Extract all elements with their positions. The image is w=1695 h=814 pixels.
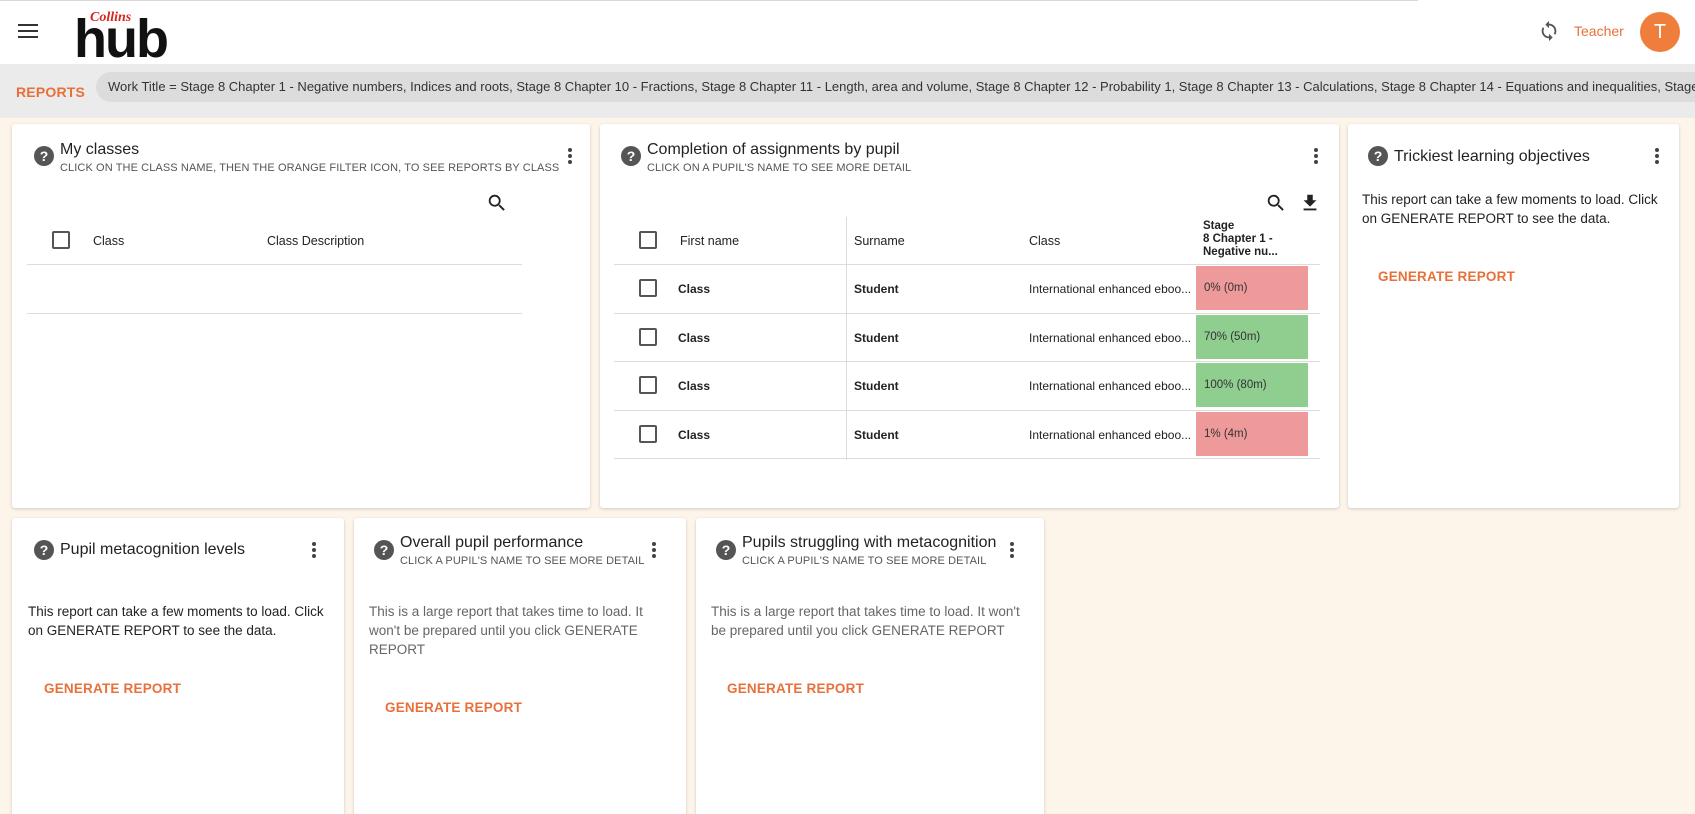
- collins-hub-logo[interactable]: hub Collins: [74, 6, 174, 66]
- column-header-stage[interactable]: Stage 8 Chapter 1 - Negative nu...: [1203, 220, 1278, 259]
- pupil-surname[interactable]: Student: [854, 379, 899, 393]
- stage-header-line: Stage: [1203, 220, 1235, 232]
- reports-label[interactable]: REPORTS: [16, 84, 85, 100]
- pupil-first-name[interactable]: Class: [678, 282, 710, 296]
- card-subtitle: CLICK ON A PUPIL'S NAME TO SEE MORE DETA…: [647, 162, 912, 174]
- generate-report-button[interactable]: GENERATE REPORT: [1378, 269, 1515, 284]
- note-line: This report can take a few moments to lo…: [28, 604, 324, 619]
- select-all-checkbox[interactable]: [52, 231, 70, 249]
- completion-status-cell[interactable]: 70% (50m): [1196, 314, 1308, 359]
- sync-icon[interactable]: [1538, 20, 1560, 42]
- completion-status-cell[interactable]: 0% (0m): [1196, 266, 1308, 310]
- note-line: This is a large report that takes time t…: [369, 604, 643, 619]
- pupil-surname[interactable]: Student: [854, 428, 899, 442]
- card-subtitle: CLICK A PUPIL'S NAME TO SEE MORE DETAIL: [400, 555, 645, 567]
- note-line: be prepared until you click GENERATE REP…: [711, 623, 1005, 638]
- row-checkbox[interactable]: [639, 376, 657, 394]
- filter-bar: REPORTS Work Title = Stage 8 Chapter 1 -…: [0, 64, 1695, 118]
- pupil-class: International enhanced eboo...: [1029, 427, 1192, 442]
- note-line: on GENERATE REPORT to see the data.: [28, 623, 277, 638]
- help-icon[interactable]: ?: [1368, 146, 1388, 166]
- more-options-icon[interactable]: [1002, 540, 1022, 562]
- pupil-surname[interactable]: Student: [854, 331, 899, 345]
- download-icon[interactable]: [1299, 192, 1321, 214]
- help-icon[interactable]: ?: [34, 146, 54, 166]
- struggling-metacognition-card: ? Pupils struggling with metacognition C…: [696, 518, 1044, 814]
- pupil-first-name[interactable]: Class: [678, 331, 710, 345]
- pupil-class: International enhanced eboo...: [1029, 282, 1192, 296]
- user-role-label[interactable]: Teacher: [1574, 23, 1624, 39]
- pupil-surname[interactable]: Student: [854, 282, 899, 296]
- card-title: Completion of assignments by pupil: [647, 141, 900, 158]
- row-divider: [614, 458, 1320, 459]
- help-icon[interactable]: ?: [374, 540, 394, 560]
- more-options-icon[interactable]: [1306, 146, 1326, 168]
- note-line: This report can take a few moments to lo…: [1362, 192, 1658, 207]
- more-options-icon[interactable]: [1647, 146, 1667, 168]
- generate-report-button[interactable]: GENERATE REPORT: [44, 681, 181, 696]
- card-title: Pupils struggling with metacognition: [742, 534, 997, 551]
- column-header-surname[interactable]: Surname: [854, 234, 905, 248]
- pupil-first-name[interactable]: Class: [678, 379, 710, 393]
- report-note: This report can take a few moments to lo…: [28, 602, 324, 640]
- stage-header-line: 8 Chapter 1 -: [1203, 233, 1273, 245]
- overall-performance-card: ? Overall pupil performance CLICK A PUPI…: [354, 518, 686, 814]
- card-subtitle: CLICK A PUPIL'S NAME TO SEE MORE DETAIL: [742, 555, 987, 567]
- column-header-class-description[interactable]: Class Description: [267, 234, 364, 248]
- note-line: on GENERATE REPORT to see the data.: [1362, 211, 1611, 226]
- logo-collins-text: Collins: [90, 10, 132, 25]
- column-header-class[interactable]: Class: [1029, 234, 1060, 248]
- column-header-first-name[interactable]: First name: [680, 234, 739, 248]
- completion-status-cell[interactable]: 1% (4m): [1196, 411, 1308, 456]
- card-title: My classes: [60, 141, 140, 158]
- table-divider: [27, 264, 522, 265]
- top-divider: [0, 0, 1418, 1]
- help-icon[interactable]: ?: [621, 146, 641, 166]
- help-icon[interactable]: ?: [34, 540, 54, 560]
- more-options-icon[interactable]: [560, 146, 580, 168]
- table-divider: [27, 313, 522, 314]
- generate-report-button[interactable]: GENERATE REPORT: [385, 700, 522, 715]
- help-icon[interactable]: ?: [716, 540, 736, 560]
- more-options-icon[interactable]: [304, 540, 324, 562]
- more-options-icon[interactable]: [644, 540, 664, 562]
- app-bar: hub Collins Teacher T: [0, 0, 1695, 66]
- pupil-class: International enhanced eboo...: [1029, 330, 1192, 345]
- row-checkbox[interactable]: [639, 279, 657, 297]
- pupil-class: International enhanced eboo...: [1029, 379, 1192, 393]
- pupil-first-name[interactable]: Class: [678, 428, 710, 442]
- note-line: This is a large report that takes time t…: [711, 604, 1020, 619]
- note-line: won't be prepared until you click GENERA…: [369, 623, 638, 638]
- generate-report-button[interactable]: GENERATE REPORT: [727, 681, 864, 696]
- menu-icon[interactable]: [14, 20, 42, 46]
- row-divider: [614, 312, 1320, 314]
- card-title: Pupil metacognition levels: [60, 541, 245, 558]
- completion-card: ? Completion of assignments by pupil CLI…: [600, 124, 1339, 508]
- column-divider: [846, 217, 847, 460]
- row-divider: [614, 361, 1320, 362]
- stage-header-line: Negative nu...: [1203, 246, 1278, 258]
- trickiest-objectives-card: ? Trickiest learning objectives This rep…: [1348, 124, 1679, 508]
- search-icon[interactable]: [1265, 192, 1287, 214]
- column-header-class[interactable]: Class: [93, 234, 124, 248]
- work-title-filter-chip[interactable]: Work Title = Stage 8 Chapter 1 - Negativ…: [96, 72, 1695, 102]
- card-title: Trickiest learning objectives: [1394, 148, 1590, 165]
- search-icon[interactable]: [486, 192, 508, 214]
- card-subtitle: CLICK ON THE CLASS NAME, THEN THE ORANGE…: [60, 162, 560, 174]
- report-note: This is a large report that takes time t…: [711, 602, 1020, 640]
- avatar[interactable]: T: [1640, 12, 1680, 52]
- row-checkbox[interactable]: [639, 327, 657, 346]
- table-divider: [614, 264, 1320, 265]
- card-title: Overall pupil performance: [400, 534, 584, 551]
- row-divider: [614, 409, 1320, 411]
- my-classes-card: ? My classes CLICK ON THE CLASS NAME, TH…: [12, 124, 590, 508]
- row-checkbox[interactable]: [639, 424, 657, 443]
- completion-status-cell[interactable]: 100% (80m): [1196, 363, 1308, 407]
- report-note: This report can take a few moments to lo…: [1362, 190, 1658, 228]
- report-note: This is a large report that takes time t…: [369, 602, 643, 659]
- metacognition-levels-card: ? Pupil metacognition levels This report…: [12, 518, 344, 814]
- select-all-checkbox[interactable]: [639, 231, 657, 249]
- note-line: REPORT: [369, 642, 426, 657]
